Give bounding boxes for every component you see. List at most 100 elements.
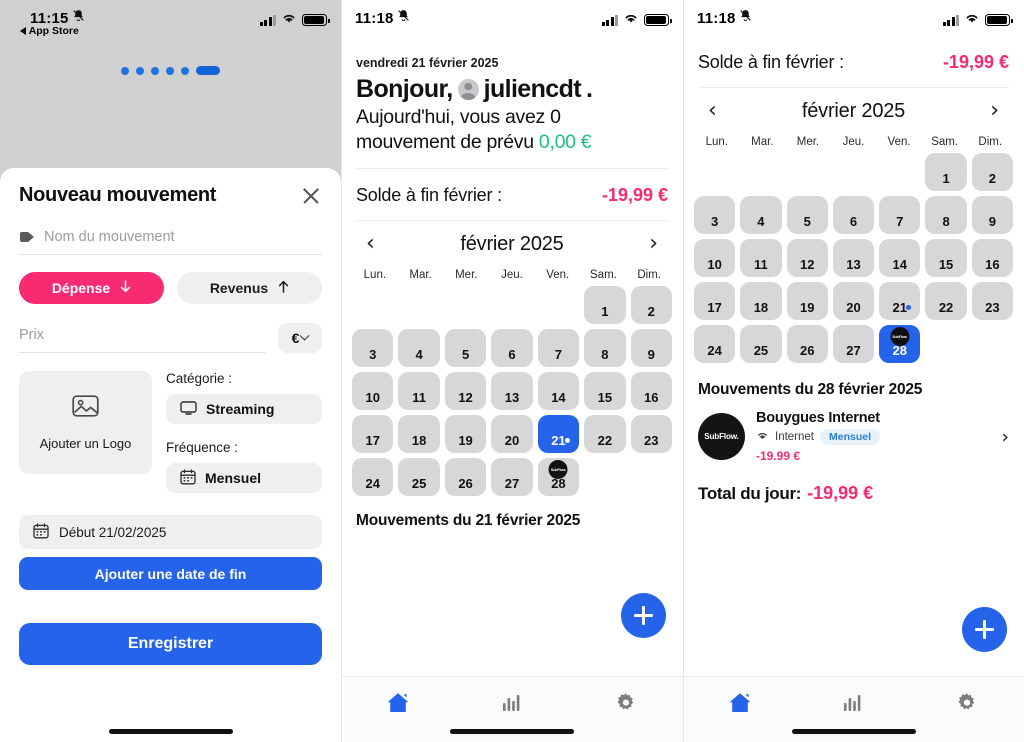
calendar-day-13[interactable]: 13 (491, 372, 533, 411)
calendar-day-12[interactable]: 12 (444, 372, 487, 411)
day-total-label: Total du jour: (698, 484, 802, 503)
calendar-day-23[interactable]: 23 (630, 415, 672, 454)
calendar-cell-empty (740, 153, 781, 191)
chevron-left-icon[interactable]: ‹ (360, 231, 381, 257)
calendar-day-24[interactable]: 24 (694, 325, 736, 363)
add-movement-fab[interactable] (621, 593, 666, 638)
balance-value: -19,99 € (601, 185, 668, 206)
calendar-day-17[interactable]: 17 (694, 282, 736, 320)
frequency-value: Mensuel (205, 470, 262, 486)
calendar-day-7[interactable]: 7 (879, 196, 921, 234)
chevron-right-icon[interactable]: › (1001, 426, 1009, 448)
calendar-day-number: 5 (803, 214, 811, 229)
calendar-day-14[interactable]: 14 (537, 372, 580, 411)
calendar-day-18[interactable]: 18 (740, 282, 782, 320)
tab-settings[interactable] (605, 688, 647, 718)
calendar-day-6[interactable]: 6 (832, 196, 875, 234)
calendar-day-7[interactable]: 7 (537, 329, 580, 368)
calendar-day-3[interactable]: 3 (694, 196, 736, 234)
calendar-day-27[interactable]: 27 (832, 325, 875, 363)
calendar-day-6[interactable]: 6 (491, 329, 533, 368)
calendar-day-16[interactable]: 16 (630, 372, 672, 411)
category-selector[interactable]: Streaming (166, 394, 322, 424)
currency-selector[interactable]: € (278, 323, 322, 353)
calendar-cell-empty (445, 286, 486, 324)
calendar-day-12[interactable]: 12 (786, 239, 828, 277)
calendar-day-15[interactable]: 15 (925, 239, 967, 277)
calendar-day-22[interactable]: 22 (925, 282, 967, 320)
save-button[interactable]: Enregistrer (19, 623, 322, 665)
status-left: 11:15 App Store (14, 9, 85, 37)
calendar-day-23[interactable]: 23 (971, 282, 1013, 320)
back-to-app-store[interactable]: App Store (19, 25, 79, 37)
calendar-day-16[interactable]: 16 (971, 239, 1013, 277)
calendar-day-13[interactable]: 13 (832, 239, 875, 277)
add-logo-button[interactable]: Ajouter un Logo (19, 371, 152, 474)
calendar-day-number: 15 (938, 257, 954, 272)
battery-icon (302, 14, 330, 26)
calendar-day-9[interactable]: 9 (971, 196, 1013, 234)
close-icon[interactable] (300, 185, 322, 207)
chevron-right-icon[interactable]: › (984, 98, 1005, 124)
calendar-day-26[interactable]: 26 (444, 458, 487, 497)
calendar-day-19[interactable]: 19 (444, 415, 487, 454)
status-time-group: 11:18 (697, 9, 752, 27)
calendar-day-4[interactable]: 4 (740, 196, 782, 234)
expense-button[interactable]: Dépense (19, 272, 164, 304)
tab-stats[interactable] (491, 688, 533, 718)
tab-stats[interactable] (832, 688, 874, 718)
panel-new-movement: 11:15 App Store Nouveau mouvement Nom du… (0, 0, 341, 742)
avatar[interactable] (457, 79, 479, 100)
calendar-day-18[interactable]: 18 (398, 415, 440, 454)
calendar-day-28[interactable]: SubFlow. 28 (537, 458, 580, 497)
calendar-day-27[interactable]: 27 (491, 458, 533, 497)
calendar-day-9[interactable]: 9 (630, 329, 672, 368)
calendar-day-25[interactable]: 25 (740, 325, 782, 363)
calendar-day-3[interactable]: 3 (352, 329, 394, 368)
add-movement-fab[interactable] (962, 607, 1007, 652)
calendar-day-10[interactable]: 10 (694, 239, 736, 277)
calendar-day-1[interactable]: 1 (925, 153, 967, 191)
calendar-day-15[interactable]: 15 (584, 372, 626, 411)
calendar-day-1[interactable]: 1 (584, 286, 626, 325)
calendar-day-20[interactable]: 20 (491, 415, 533, 454)
calendar-day-14[interactable]: 14 (879, 239, 921, 277)
start-date-selector[interactable]: Début 21/02/2025 (19, 515, 322, 549)
calendar-day-2[interactable]: 2 (630, 286, 672, 325)
calendar-day-28[interactable]: SubFlow. 28 (879, 325, 921, 363)
tab-settings[interactable] (946, 688, 988, 718)
calendar-day-number: 27 (846, 343, 861, 358)
calendar-day-5[interactable]: 5 (444, 329, 487, 368)
movement-name-field[interactable]: Nom du mouvement (19, 229, 322, 255)
chevron-right-icon[interactable]: › (643, 231, 664, 257)
calendar-day-10[interactable]: 10 (352, 372, 394, 411)
gear-icon (617, 693, 634, 710)
calendar-day-2[interactable]: 2 (971, 153, 1013, 191)
calendar-day-8[interactable]: 8 (584, 329, 626, 368)
calendar-day-20[interactable]: 20 (832, 282, 875, 320)
income-button[interactable]: Revenus (177, 272, 322, 304)
calendar-day-24[interactable]: 24 (352, 458, 394, 497)
chevron-left-icon[interactable]: ‹ (702, 98, 723, 124)
calendar-day-11[interactable]: 11 (740, 239, 782, 277)
calendar-day-26[interactable]: 26 (786, 325, 828, 363)
calendar-day-25[interactable]: 25 (398, 458, 440, 497)
status-time-group: 11:18 (355, 9, 410, 27)
calendar-day-11[interactable]: 11 (398, 372, 440, 411)
calendar-day-5[interactable]: 5 (786, 196, 828, 234)
frequency-selector[interactable]: Mensuel (166, 463, 322, 493)
tab-home[interactable] (377, 688, 419, 718)
calendar-day-19[interactable]: 19 (786, 282, 828, 320)
frequency-label: Fréquence : (166, 440, 239, 455)
calendar-day-21[interactable]: 21 (537, 415, 580, 454)
calendar-day-4[interactable]: 4 (398, 329, 440, 368)
tab-home[interactable] (719, 688, 761, 718)
price-input[interactable]: Prix (19, 326, 266, 353)
calendar-day-8[interactable]: 8 (925, 196, 967, 234)
add-end-date-button[interactable]: Ajouter une date de fin (19, 557, 322, 590)
calendar-day-22[interactable]: 22 (584, 415, 626, 454)
calendar-day-21[interactable]: 21 (879, 282, 921, 320)
greeting-prefix: Bonjour, (356, 75, 453, 103)
transaction-row[interactable]: SubFlow. Bouygues Internet Internet Mens… (683, 410, 1024, 463)
calendar-day-17[interactable]: 17 (352, 415, 394, 454)
